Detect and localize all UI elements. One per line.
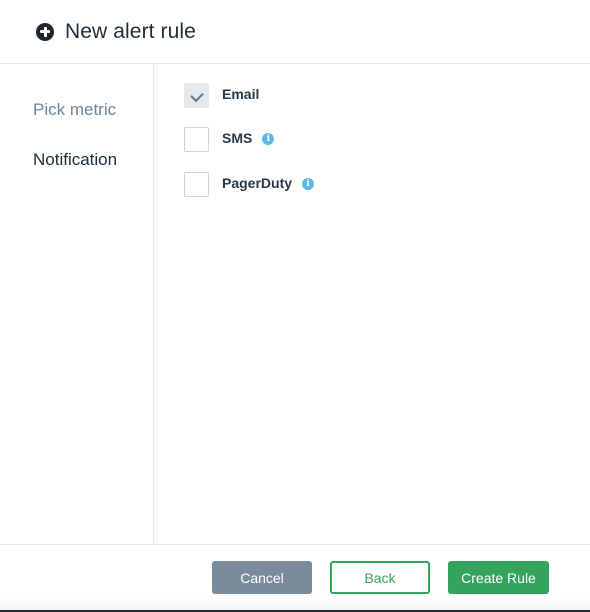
pagerduty-label: PagerDuty	[222, 175, 293, 191]
info-icon[interactable]: i	[262, 133, 275, 145]
email-checkbox[interactable]	[184, 83, 209, 108]
sms-label: SMS	[222, 130, 253, 146]
step-pick-metric[interactable]: Pick metric	[33, 100, 116, 120]
back-button[interactable]: Back	[330, 561, 430, 594]
modal-header: New alert rule	[0, 0, 590, 64]
option-sms: SMS i	[184, 127, 275, 152]
cancel-button[interactable]: Cancel	[212, 561, 312, 594]
modal-body: Pick metric Notification Email SMS i Pag…	[0, 64, 590, 544]
email-label: Email	[222, 86, 260, 102]
info-icon[interactable]: i	[302, 178, 315, 190]
create-rule-button[interactable]: Create Rule	[448, 561, 549, 594]
pagerduty-checkbox[interactable]	[184, 172, 209, 197]
notification-options: Email SMS i PagerDuty i	[154, 64, 590, 544]
option-pagerduty: PagerDuty i	[184, 172, 315, 197]
steps-sidebar: Pick metric Notification	[0, 64, 154, 544]
new-alert-rule-modal: New alert rule Pick metric Notification …	[0, 0, 590, 612]
modal-title: New alert rule	[65, 19, 196, 43]
step-notification[interactable]: Notification	[33, 150, 117, 170]
sms-checkbox[interactable]	[184, 127, 209, 152]
option-email: Email	[184, 83, 259, 108]
modal-footer: Cancel Back Create Rule	[0, 544, 590, 612]
plus-circle-icon	[36, 22, 54, 41]
